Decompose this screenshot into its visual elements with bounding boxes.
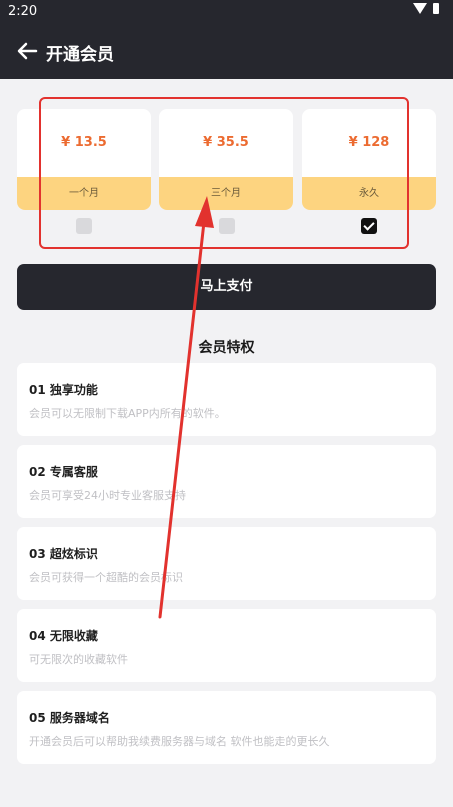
benefit-card: 05 服务器域名 开通会员后可以帮助我续费服务器与域名 软件也能走的更长久	[17, 691, 436, 764]
plan-checkbox-lifetime[interactable]	[361, 218, 377, 234]
plan-card-lifetime[interactable]: ¥ 128 永久	[302, 109, 436, 210]
plan-name: 三个月	[159, 177, 293, 210]
wifi-icon	[413, 3, 427, 14]
benefit-desc: 可无限次的收藏软件	[29, 653, 128, 666]
plan-name: 一个月	[17, 177, 151, 210]
plan-price: ¥ 128	[348, 135, 390, 150]
plan-checkbox-1-month[interactable]	[76, 218, 92, 234]
benefit-card: 04 无限收藏 可无限次的收藏软件	[17, 609, 436, 682]
battery-icon	[433, 3, 439, 14]
pay-now-button[interactable]: 马上支付	[17, 264, 436, 310]
content: ¥ 13.5 一个月 ¥ 35.5 三个月 ¥ 128 永久 马上支付 会员特权…	[0, 79, 453, 807]
plan-list: ¥ 13.5 一个月 ¥ 35.5 三个月 ¥ 128 永久	[17, 109, 436, 210]
benefit-desc: 开通会员后可以帮助我续费服务器与域名 软件也能走的更长久	[29, 735, 330, 748]
plan-price: ¥ 13.5	[61, 135, 107, 150]
benefit-desc: 会员可以无限制下载APP内所有的软件。	[29, 407, 226, 420]
benefit-title: 04 无限收藏	[29, 629, 98, 643]
status-time: 2:20	[8, 4, 38, 19]
plan-checkbox-3-months[interactable]	[219, 218, 235, 234]
app-bar: 开通会员	[0, 24, 453, 79]
benefit-card: 02 专属客服 会员可享受24小时专业客服支持	[17, 445, 436, 518]
benefit-title: 05 服务器域名	[29, 711, 110, 725]
benefit-desc: 会员可获得一个超酷的会员标识	[29, 571, 183, 584]
benefit-title: 03 超炫标识	[29, 547, 98, 561]
benefit-desc: 会员可享受24小时专业客服支持	[29, 489, 186, 502]
benefit-card: 03 超炫标识 会员可获得一个超酷的会员标识	[17, 527, 436, 600]
benefit-title: 01 独享功能	[29, 383, 98, 397]
plan-price: ¥ 35.5	[203, 135, 249, 150]
plan-name: 永久	[302, 177, 436, 210]
plan-card-3-months[interactable]: ¥ 35.5 三个月	[159, 109, 293, 210]
plan-card-1-month[interactable]: ¥ 13.5 一个月	[17, 109, 151, 210]
page-title: 开通会员	[46, 45, 114, 65]
benefit-title: 02 专属客服	[29, 465, 98, 479]
status-bar: 2:20	[0, 0, 453, 24]
back-arrow-icon[interactable]	[16, 40, 38, 62]
status-icons	[413, 3, 439, 14]
benefit-card: 01 独享功能 会员可以无限制下载APP内所有的软件。	[17, 363, 436, 436]
benefits-title: 会员特权	[198, 340, 255, 356]
